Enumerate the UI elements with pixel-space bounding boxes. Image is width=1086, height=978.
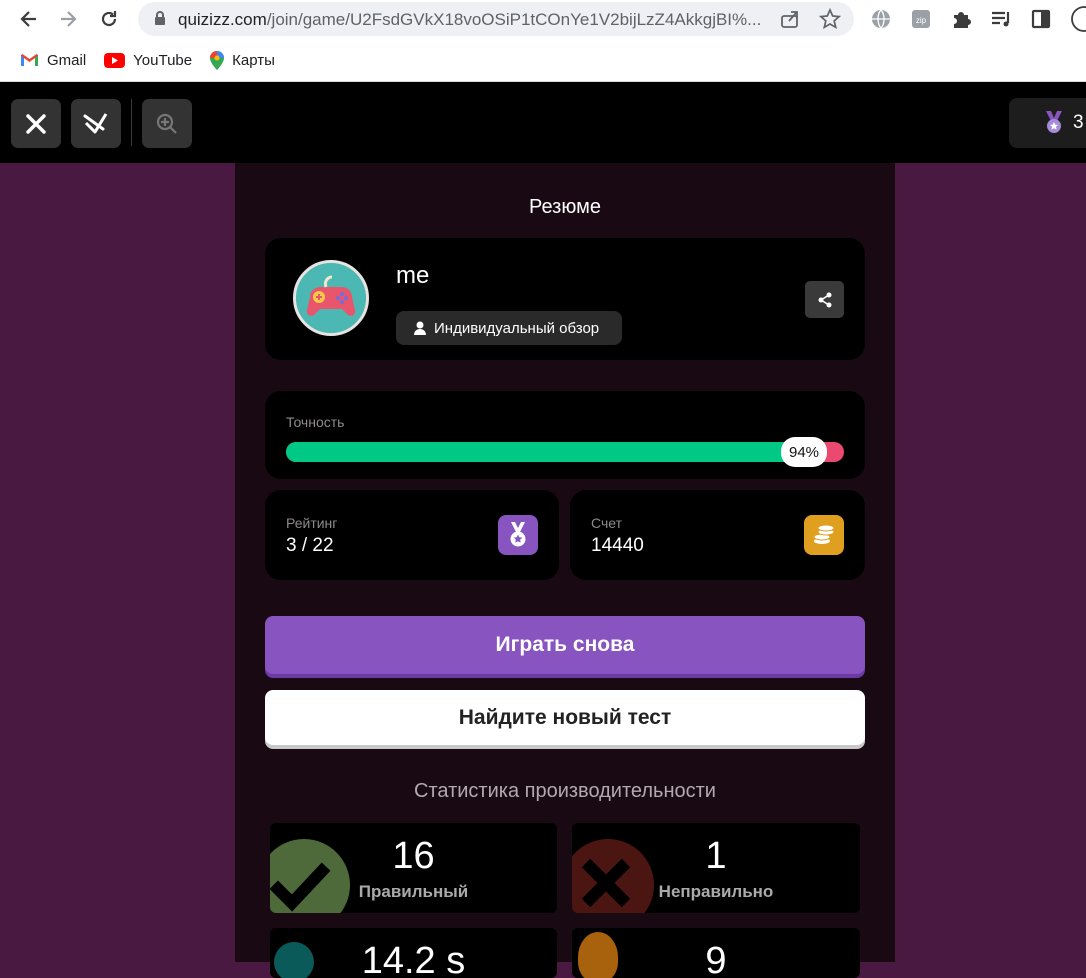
gamepad-icon (296, 263, 366, 333)
bookmarks-bar: Gmail YouTube Карты (0, 44, 275, 76)
bookmark-maps[interactable]: Карты (210, 50, 275, 70)
game-topbar: 3 (0, 82, 1086, 163)
url-text: quizizz.com/join/game/U2FsdGVkX18voOSiP1… (178, 10, 762, 29)
extensions-puzzle-icon[interactable] (948, 6, 974, 32)
zoom-button[interactable] (142, 99, 192, 148)
incorrect-stat-card: 1 Неправильно (572, 823, 860, 913)
share-button[interactable] (805, 281, 844, 318)
side-panel-icon[interactable] (1028, 6, 1054, 32)
user-icon (414, 321, 426, 335)
bookmark-youtube[interactable]: YouTube (104, 52, 192, 69)
svg-text:zip: zip (916, 16, 927, 25)
accuracy-label: Точность (286, 414, 345, 430)
time-per-question: 14.2 s (361, 940, 466, 978)
player-card: me Индивидуальный обзор (265, 238, 865, 360)
incorrect-label: Неправильно (658, 882, 774, 901)
player-name: me (396, 262, 430, 289)
star-icon[interactable] (819, 8, 841, 30)
back-icon[interactable] (14, 4, 44, 34)
coins-icon (804, 515, 844, 555)
score-value: 14440 (591, 535, 644, 556)
youtube-icon (104, 52, 126, 68)
reading-list-icon[interactable] (988, 6, 1014, 32)
summary-heading: Резюме (529, 196, 601, 218)
profile-avatar[interactable] (1068, 6, 1086, 32)
zoom-in-icon (156, 113, 177, 134)
rating-value: 3 / 22 (286, 535, 334, 556)
share-icon (818, 292, 831, 307)
accuracy-bar-fill (286, 442, 811, 462)
accuracy-card: Точность 94% (265, 391, 865, 479)
correct-count: 16 (392, 835, 435, 877)
incorrect-count: 1 (705, 835, 727, 877)
score-card: Счет 14440 (570, 490, 865, 580)
individual-review-button[interactable]: Индивидуальный обзор (396, 311, 622, 345)
address-bar[interactable]: quizizz.com/join/game/U2FsdGVkX18voOSiP1… (138, 2, 854, 36)
close-button[interactable] (11, 99, 61, 148)
play-again-button[interactable]: Играть снова (265, 616, 865, 674)
bookmark-gmail[interactable]: Gmail (20, 52, 86, 69)
medal-icon (1046, 111, 1062, 133)
avatar (293, 260, 369, 336)
globe-extension-icon[interactable] (868, 6, 894, 32)
gmail-icon (21, 54, 38, 66)
medal-icon (498, 515, 538, 555)
rank-pill: 3 (1009, 98, 1086, 148)
forward-icon[interactable] (53, 4, 83, 34)
browser-chrome: quizizz.com/join/game/U2FsdGVkX18voOSiP1… (0, 0, 1086, 82)
maps-icon (210, 50, 225, 70)
music-off-icon (83, 112, 108, 133)
find-new-quiz-button[interactable]: Найдите новый тест (265, 690, 865, 745)
correct-label: Правильный (358, 882, 469, 901)
streak-stat-card: 9 (572, 928, 860, 978)
close-icon (26, 113, 46, 134)
zip-extension-icon[interactable]: zip (908, 6, 934, 32)
score-label: Счет (591, 515, 622, 531)
topbar-divider (131, 99, 132, 146)
rating-label: Рейтинг (286, 515, 338, 531)
rating-card: Рейтинг 3 / 22 (265, 490, 559, 580)
mute-button[interactable] (71, 99, 121, 148)
share-page-icon[interactable] (779, 8, 801, 30)
performance-heading: Статистика производительности (414, 780, 716, 802)
time-stat-card: 14.2 s (270, 928, 557, 978)
correct-stat-card: 16 Правильный (270, 823, 557, 913)
summary-panel: Резюме me Индивидуальный обзор Точность (235, 163, 895, 978)
reload-icon[interactable] (94, 4, 124, 34)
accuracy-bar: 94% (286, 437, 844, 467)
lock-icon (155, 11, 165, 25)
accuracy-percent: 94% (781, 437, 827, 467)
streak-count: 9 (705, 940, 727, 978)
